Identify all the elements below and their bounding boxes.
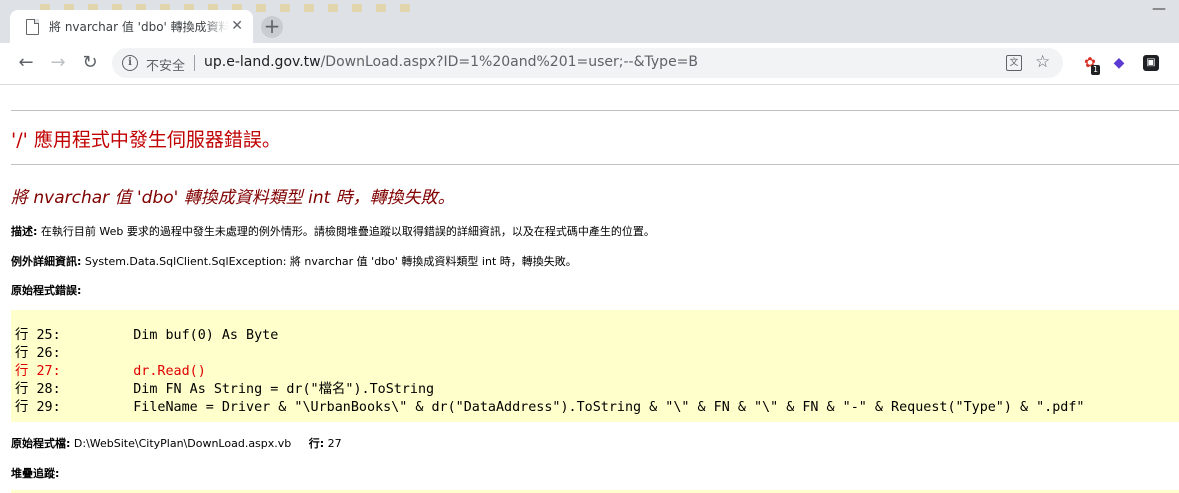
code-line: 行 26: — [15, 346, 61, 361]
forward-icon[interactable]: → — [46, 51, 70, 75]
source-file-path: D:\WebSite\CityPlan\DownLoad.aspx.vb — [73, 437, 292, 450]
source-file-line: 原始程式檔: D:\WebSite\CityPlan\DownLoad.aspx… — [11, 435, 342, 451]
tab-title: 將 nvarchar 值 'dbo' 轉換成資料 — [49, 20, 229, 34]
back-icon[interactable]: ← — [14, 51, 38, 75]
url-path: /DownLoad.aspx?ID=1%20and%201=user;--&Ty… — [320, 54, 699, 70]
code-line-error: 行 27: dr.Read() — [15, 364, 206, 379]
translate-icon[interactable]: 文 — [1006, 55, 1022, 71]
description-text: 在執行目前 Web 要求的過程中發生未處理的例外情形。請檢閱堆疊追蹤以取得錯誤的… — [40, 225, 655, 238]
bookmark-star-icon[interactable]: ☆ — [1035, 52, 1050, 72]
info-icon[interactable]: i — [122, 55, 138, 71]
page-title: '/' 應用程式中發生伺服器錯誤。 — [11, 129, 281, 151]
security-label[interactable]: 不安全 — [146, 55, 185, 74]
stack-trace-heading: 堆疊追蹤: — [11, 467, 60, 480]
address-bar[interactable]: i 不安全 up.e-land.gov.tw/DownLoad.aspx?ID=… — [112, 48, 1063, 78]
browser-toolbar: ← → ↻ i 不安全 up.e-land.gov.tw/DownLoad.as… — [0, 43, 1179, 85]
title-divider — [11, 164, 1179, 165]
exception-line: 例外詳細資訊: System.Data.SqlClient.SqlExcepti… — [11, 253, 577, 269]
source-error-heading: 原始程式錯誤: — [11, 284, 82, 297]
description-label: 描述: — [11, 225, 38, 238]
extension-badge: 1 — [1091, 65, 1101, 75]
extension-cube-icon[interactable]: ◆ — [1110, 54, 1128, 72]
code-block: 行 25: Dim buf(0) As Byte 行 26: 行 27: dr.Re… — [15, 327, 1085, 417]
minimize-window-icon[interactable]: — — [1139, 0, 1179, 20]
url-text[interactable]: up.e-land.gov.tw/DownLoad.aspx?ID=1%20an… — [204, 54, 698, 70]
source-code-box: 行 25: Dim buf(0) As Byte 行 26: 行 27: dr.Re… — [11, 310, 1179, 422]
line-label: 行: — [308, 437, 325, 450]
exception-text: System.Data.SqlClient.SqlException: 將 nv… — [84, 255, 577, 268]
url-host: up.e-land.gov.tw — [204, 54, 321, 70]
tab-strip: 將 nvarchar 值 'dbo' 轉換成資料 ✕ + — — [0, 0, 1179, 43]
code-line: 行 29: FileName = Driver & "\UrbanBooks\"… — [15, 400, 1085, 415]
divider — [194, 55, 195, 71]
exception-label: 例外詳細資訊: — [11, 255, 82, 268]
new-tab-button[interactable]: + — [261, 16, 283, 38]
top-divider — [11, 110, 1179, 111]
extension-app-icon[interactable]: ▣ — [1143, 55, 1159, 71]
active-tab[interactable]: 將 nvarchar 值 'dbo' 轉換成資料 ✕ — [10, 10, 253, 43]
page-content: '/' 應用程式中發生伺服器錯誤。 將 nvarchar 值 'dbo' 轉換成… — [0, 85, 1179, 493]
code-line: 行 25: Dim buf(0) As Byte — [15, 328, 279, 343]
description-line: 描述: 在執行目前 Web 要求的過程中發生未處理的例外情形。請檢閱堆疊追蹤以取… — [11, 223, 655, 239]
code-line: 行 28: Dim FN As String = dr("檔名").ToStri… — [15, 382, 435, 397]
close-tab-icon[interactable]: ✕ — [231, 19, 243, 33]
line-number: 27 — [327, 437, 342, 450]
error-title: 將 nvarchar 值 'dbo' 轉換成資料類型 int 時，轉換失敗。 — [11, 188, 455, 208]
reload-icon[interactable]: ↻ — [78, 51, 102, 75]
source-file-label: 原始程式檔: — [11, 437, 71, 450]
page-icon — [26, 18, 39, 35]
